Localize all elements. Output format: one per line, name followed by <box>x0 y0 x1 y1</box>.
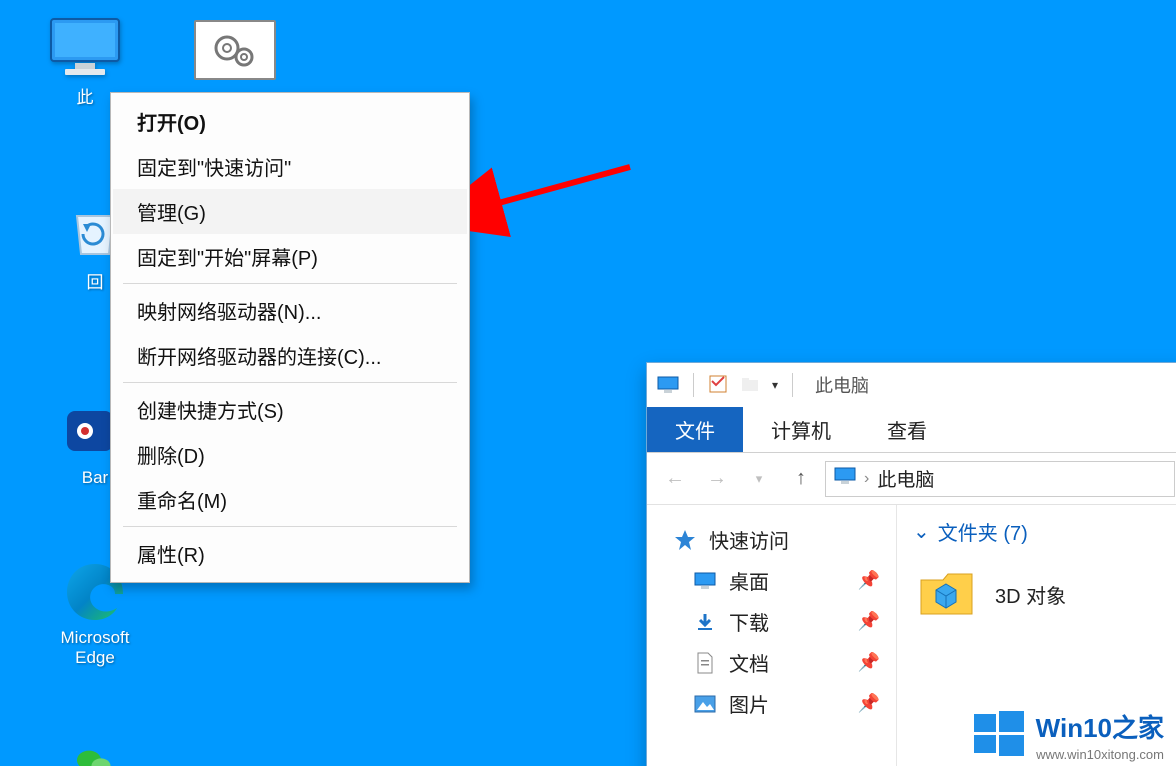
folder-3d-icon <box>917 564 977 624</box>
nav-label-downloads: 下载 <box>729 607 769 636</box>
nav-toolbar: ← → ▾ ↑ › 此电脑 <box>647 453 1176 505</box>
nav-item-pictures[interactable]: 图片 📌 <box>655 683 888 724</box>
watermark-url: www.win10xitong.com <box>1036 747 1164 762</box>
nav-label-quick-access: 快速访问 <box>709 525 789 554</box>
context-menu-delete[interactable]: 删除(D) <box>113 432 467 477</box>
this-pc-titlebar-icon <box>657 374 679 396</box>
nav-item-quick-access[interactable]: 快速访问 <box>655 519 888 560</box>
tab-computer[interactable]: 计算机 <box>743 407 859 452</box>
folder-label-3d: 3D 对象 <box>995 580 1066 609</box>
quick-access-icon <box>673 528 697 552</box>
nav-label-desktop: 桌面 <box>729 566 769 595</box>
watermark: Win10之家 www.win10xitong.com <box>972 708 1164 762</box>
desktop-icon-wechat[interactable] <box>40 730 150 766</box>
explorer-window: ▾ 此电脑 文件 计算机 查看 ← → ▾ ↑ › 此电脑 <box>646 362 1176 766</box>
context-menu-create-shortcut[interactable]: 创建快捷方式(S) <box>113 387 467 432</box>
ribbon-tabs: 文件 计算机 查看 <box>647 407 1176 453</box>
edge-label-line2: Edge <box>40 648 150 668</box>
pin-icon: 📌 <box>858 611 880 632</box>
qat-divider <box>792 373 793 397</box>
pictures-nav-icon <box>693 692 717 716</box>
context-menu: 打开(O) 固定到"快速访问" 管理(G) 固定到"开始"屏幕(P) 映射网络驱… <box>110 92 470 583</box>
desktop-icon-settings-shortcut[interactable] <box>180 20 290 84</box>
context-menu-open[interactable]: 打开(O) <box>113 99 467 144</box>
breadcrumb-this-pc[interactable]: 此电脑 <box>877 465 934 492</box>
context-menu-separator <box>123 526 457 527</box>
context-menu-properties[interactable]: 属性(R) <box>113 531 467 576</box>
section-header-folders[interactable]: ⌄ 文件夹 (7) <box>913 517 1169 546</box>
context-menu-disconnect-drive[interactable]: 断开网络驱动器的连接(C)... <box>113 333 467 378</box>
qat-dropdown-icon[interactable]: ▾ <box>772 378 778 392</box>
qat-newfolder-icon[interactable] <box>740 374 762 396</box>
nav-item-desktop[interactable]: 桌面 📌 <box>655 560 888 601</box>
pin-icon: 📌 <box>858 652 880 673</box>
desktop-nav-icon <box>693 569 717 593</box>
downloads-nav-icon <box>693 610 717 634</box>
settings-shortcut-icon <box>194 20 276 80</box>
context-menu-pin-quick-access[interactable]: 固定到"快速访问" <box>113 144 467 189</box>
nav-item-documents[interactable]: 文档 📌 <box>655 642 888 683</box>
nav-label-documents: 文档 <box>729 648 769 677</box>
folder-item-3d-objects[interactable]: 3D 对象 <box>913 556 1169 632</box>
nav-item-downloads[interactable]: 下载 📌 <box>655 601 888 642</box>
tab-view[interactable]: 查看 <box>859 407 955 452</box>
section-header-label: 文件夹 (7) <box>938 517 1028 546</box>
qat-divider <box>693 373 694 397</box>
this-pc-icon <box>45 15 125 79</box>
annotation-arrow-icon <box>470 155 640 265</box>
edge-label-line1: Microsoft <box>40 628 150 648</box>
context-menu-map-drive[interactable]: 映射网络驱动器(N)... <box>113 288 467 333</box>
windows-logo-icon <box>972 708 1026 762</box>
titlebar[interactable]: ▾ 此电脑 <box>647 363 1176 407</box>
context-menu-rename[interactable]: 重命名(M) <box>113 477 467 522</box>
qat-properties-icon[interactable] <box>708 374 730 396</box>
pin-icon: 📌 <box>858 570 880 591</box>
nav-back-button[interactable]: ← <box>657 461 693 497</box>
desktop: 此 回 <box>0 0 1176 766</box>
nav-forward-button[interactable]: → <box>699 461 735 497</box>
tab-file[interactable]: 文件 <box>647 407 743 452</box>
context-menu-pin-start[interactable]: 固定到"开始"屏幕(P) <box>113 234 467 279</box>
breadcrumb-pc-icon <box>834 467 856 490</box>
pin-icon: 📌 <box>858 693 880 714</box>
nav-up-button[interactable]: ↑ <box>783 461 819 497</box>
chevron-down-icon: ⌄ <box>913 519 930 544</box>
documents-nav-icon <box>693 651 717 675</box>
breadcrumb-sep-icon: › <box>864 470 869 488</box>
nav-history-dropdown[interactable]: ▾ <box>741 461 777 497</box>
navigation-pane: 快速访问 桌面 📌 下载 <box>647 505 897 766</box>
context-menu-separator <box>123 382 457 383</box>
context-menu-separator <box>123 283 457 284</box>
nav-label-pictures: 图片 <box>729 689 769 718</box>
watermark-title: Win10之家 <box>1036 708 1164 745</box>
wechat-icon <box>55 730 135 766</box>
context-menu-manage[interactable]: 管理(G) <box>113 189 467 234</box>
window-title: 此电脑 <box>815 372 869 398</box>
breadcrumb[interactable]: › 此电脑 <box>825 461 1175 497</box>
